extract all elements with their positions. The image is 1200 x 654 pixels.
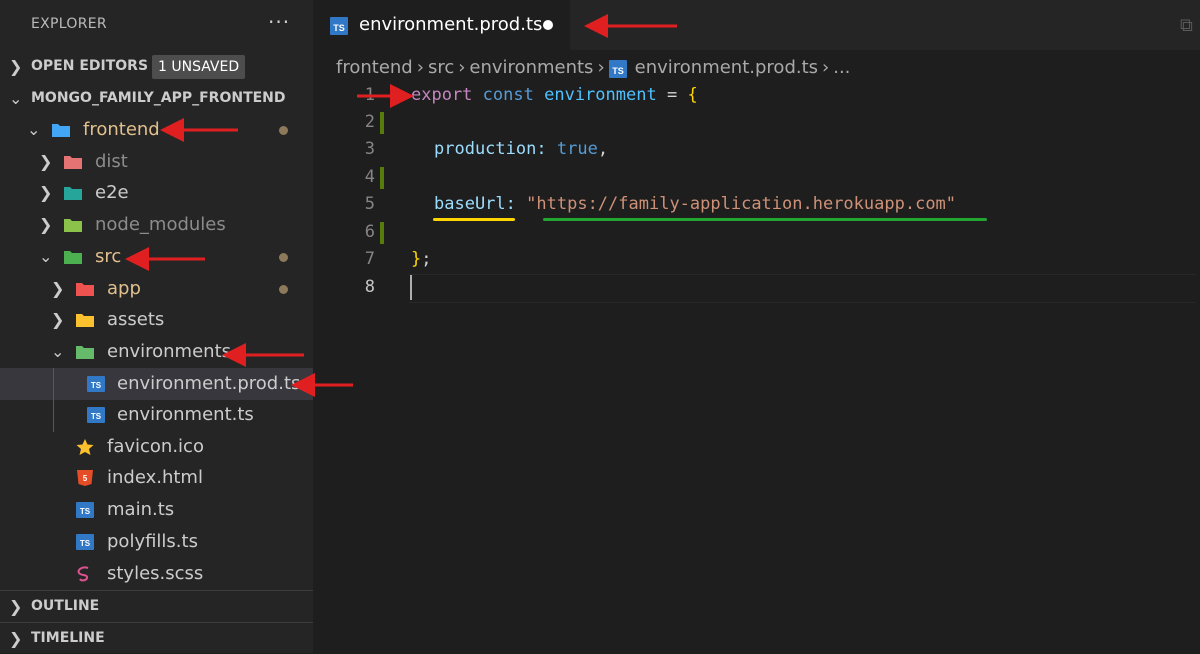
- annotation-arrows: [125, 14, 677, 397]
